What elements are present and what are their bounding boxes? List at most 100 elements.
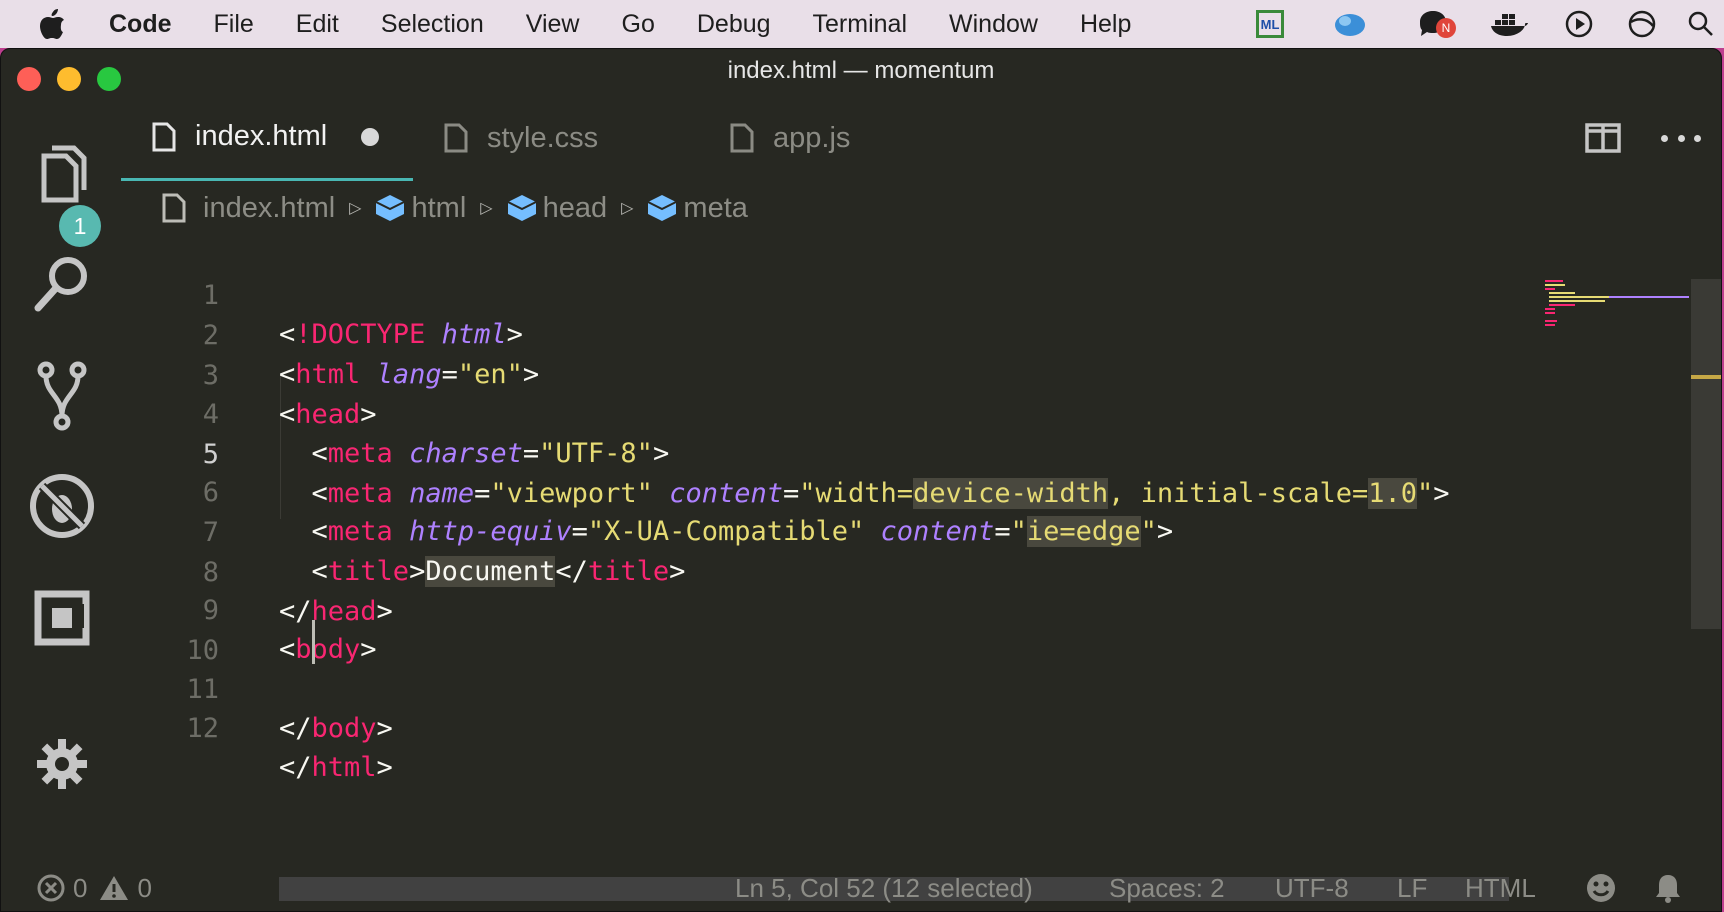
menu-terminal[interactable]: Terminal [792,10,928,39]
code-line[interactable]: 7 <title>Document</title> [1,474,685,587]
menu-view[interactable]: View [505,10,601,39]
code-line[interactable]: 1 <!DOCTYPE html> [1,237,523,350]
docker-icon[interactable] [1488,0,1530,48]
line-number: 11 [186,674,219,705]
code-line[interactable]: 11 </body> [1,631,392,744]
chevron-right-icon: ▷ [480,200,493,217]
code-editor[interactable]: 1 <!DOCTYPE html> 2 <html lang="en"> 3 <… [1,237,1691,797]
status-bar: 0 0 Ln 5, Col 52 (12 selected) Spaces: 2… [1,865,1721,911]
title-bar: index.html — momentum [1,49,1721,95]
bell-icon[interactable] [1653,865,1683,911]
code-text: </head> [279,596,393,627]
text-cursor [312,620,315,664]
menu-edit[interactable]: Edit [275,10,360,39]
ml-icon[interactable]: ML [1252,0,1288,48]
tab-style-css[interactable]: style.css [443,95,693,181]
cube-icon [376,195,405,221]
cube-icon [647,195,677,221]
code-text: </html> [279,752,393,783]
indentation[interactable]: Spaces: 2 [1109,865,1225,911]
tab-bar: index.html style.css app.js [121,95,1721,181]
code-text: <body> [279,634,377,665]
code-line[interactable]: 2 <html lang="en"> [1,277,539,390]
chevron-right-icon: ▷ [621,200,634,217]
menu-go[interactable]: Go [601,10,676,39]
search-icon[interactable] [1684,0,1718,48]
language-mode[interactable]: HTML [1465,865,1536,911]
code-line[interactable]: 9 <body> [1,552,377,665]
editor-window: index.html — momentum 1 index.html style… [0,48,1722,912]
line-number: 8 [202,557,219,588]
code-text: <head> [279,399,377,430]
chevron-right-icon: ▷ [349,200,362,217]
vertical-scrollbar[interactable] [1691,279,1721,629]
menu-window[interactable]: Window [928,10,1059,39]
play-circle-icon[interactable] [1562,0,1596,48]
code-text: <html lang="en"> [279,359,540,390]
unsaved-dot-icon[interactable] [361,127,380,146]
line-number: 9 [202,595,219,626]
tab-index-html[interactable]: index.html [121,95,413,181]
file-icon [730,123,754,153]
menu-selection[interactable]: Selection [360,10,505,39]
menu-debug[interactable]: Debug [676,10,792,39]
cloud-icon[interactable] [1330,0,1370,48]
breadcrumb-label: meta [683,191,748,224]
code-text: <!DOCTYPE html> [279,319,523,350]
code-line[interactable]: 8 </head> [1,514,393,627]
line-number: 1 [202,280,219,311]
warning-count: 0 [137,872,152,903]
breadcrumb-label: html [411,191,467,224]
line-number: 7 [202,517,219,548]
tab-app-js[interactable]: app.js [729,95,929,181]
apple-icon[interactable] [38,8,68,40]
code-text: <title>Document</title> [311,556,686,587]
cursor-position[interactable]: Ln 5, Col 52 (12 selected) [735,865,1033,911]
line-number: 5 [202,439,219,470]
line-ending[interactable]: LF [1397,865,1427,911]
line-number: 10 [186,635,219,666]
breadcrumb-html[interactable]: html [375,192,466,225]
cube-icon [507,195,537,221]
file-icon [162,193,186,223]
line-number: 4 [202,399,219,430]
code-line[interactable]: 3 <head> [1,317,377,430]
sync-circle-icon[interactable] [1624,0,1660,48]
code-text: <meta charset="UTF-8"> [311,438,670,469]
code-text: <meta http-equiv="X-UA-Compatible" conte… [311,516,1174,547]
feedback-smiley-icon[interactable] [1585,865,1617,911]
line-number: 6 [202,477,219,508]
code-line[interactable]: 6 <meta http-equiv="X-UA-Compatible" con… [1,434,1173,547]
file-icon [444,123,468,153]
minimap[interactable] [1541,277,1691,337]
encoding[interactable]: UTF-8 [1275,865,1349,911]
tab-label: app.js [773,121,851,154]
code-text: <meta name="viewport" content="width=dev… [311,478,1450,509]
files-icon[interactable] [23,135,101,213]
menu-help[interactable]: Help [1059,10,1152,39]
error-icon [37,874,65,902]
code-line[interactable]: 4 <meta charset="UTF-8"> [1,356,669,469]
scrollbar-marker [1691,375,1721,379]
breadcrumb: index.html ▷ html ▷ head ▷ meta [161,181,748,235]
error-count: 0 [73,872,88,903]
ml-label: ML [1256,10,1284,38]
chat-bubble-icon[interactable]: N [1412,0,1456,48]
notification-badge: N [1436,18,1456,38]
menu-app-name[interactable]: Code [88,10,193,39]
menu-file[interactable]: File [193,10,275,39]
line-number: 2 [202,320,219,351]
breadcrumb-head[interactable]: head [507,192,607,225]
breadcrumb-meta[interactable]: meta [647,191,748,225]
tab-label: index.html [195,120,328,152]
breadcrumb-label: index.html [203,191,336,224]
code-line[interactable]: 10 [1,592,219,666]
code-line[interactable]: 5 <meta name="viewport" content="width=d… [1,396,1450,509]
split-editor-icon[interactable] [1585,123,1621,153]
code-line[interactable]: 12 </html> [1,670,392,783]
problems-indicator[interactable]: 0 0 [37,865,152,911]
breadcrumb-file[interactable]: index.html [161,192,335,225]
more-actions-icon[interactable] [1661,123,1701,153]
menu-bar: Code File Edit Selection View Go Debug T… [0,0,1724,48]
